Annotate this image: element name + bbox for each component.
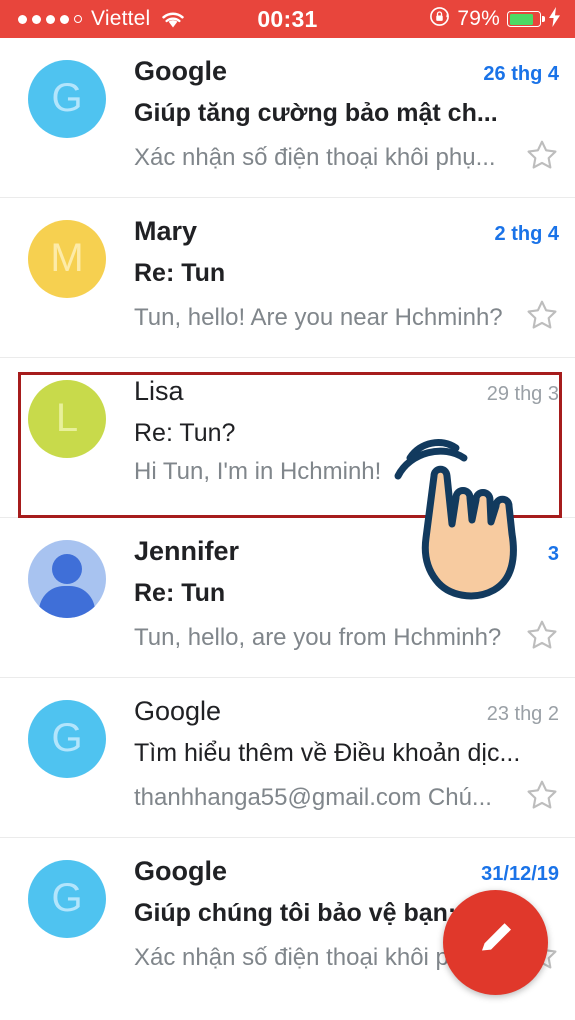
pencil-icon	[472, 916, 520, 969]
email-date: 2 thg 4	[494, 223, 559, 245]
email-sender: Lisa	[134, 376, 184, 406]
email-list[interactable]: G Google 26 thg 4 Giúp tăng cường bảo mật c…	[0, 38, 575, 1020]
email-snippet: Tun, hello! Are you near Hchminh?	[134, 303, 503, 331]
email-subject: Re: Tun?	[134, 419, 236, 447]
email-sender: Google	[134, 856, 227, 886]
email-snippet: Tun, hello, are you from Hchminh?	[134, 623, 502, 651]
star-icon[interactable]	[525, 298, 559, 337]
email-sender: Jennifer	[134, 536, 240, 566]
email-date: 31/12/19	[481, 863, 559, 885]
avatar[interactable]: G	[28, 60, 106, 138]
clock-label: 00:31	[257, 6, 318, 32]
email-header-line: Google 26 thg 4	[134, 56, 575, 87]
avatar[interactable]	[28, 540, 106, 618]
email-snippet: Xác nhận số điện thoại khôi phụ...	[134, 143, 496, 171]
avatar-letter: M	[50, 236, 84, 280]
star-icon[interactable]	[525, 618, 559, 657]
email-date: 23 thg 2	[486, 703, 559, 725]
battery-icon	[507, 11, 545, 27]
email-header-line: Lisa 29 thg 3	[134, 376, 575, 407]
email-snippet-line: Tun, hello, are you from Hchminh?	[134, 618, 575, 657]
email-snippet-line: thanhhanga55@gmail.com Chú...	[134, 778, 575, 817]
email-header-line: Google 23 thg 2	[134, 696, 575, 727]
email-list-item[interactable]: Jennifer 3 Re: Tun Tun, hello, are you from…	[0, 518, 575, 678]
email-snippet: Xác nhận số điện thoại khôi phụ...	[134, 943, 496, 971]
email-header-line: Google 31/12/19	[134, 856, 575, 887]
email-content: Mary 2 thg 4 Re: Tun Tun, hello! Are you ne…	[106, 198, 575, 357]
email-sender: Google	[134, 56, 227, 86]
email-snippet: thanhhanga55@gmail.com Chú...	[134, 783, 492, 811]
email-content: Jennifer 3 Re: Tun Tun, hello, are you from…	[106, 518, 575, 677]
email-header-line: Mary 2 thg 4	[134, 216, 575, 247]
email-snippet: Hi Tun, I'm in Hchminh!	[134, 458, 382, 485]
email-sender: Mary	[134, 216, 198, 246]
avatar[interactable]: G	[28, 860, 106, 938]
avatar-letter: G	[51, 876, 83, 920]
email-snippet-line: Hi Tun, I'm in Hchminh!	[134, 458, 575, 486]
status-bar: Viettel 00:31 79%	[0, 0, 575, 38]
avatar[interactable]: G	[28, 700, 106, 778]
email-snippet-line: Tun, hello! Are you near Hchminh?	[134, 298, 575, 337]
email-sender: Google	[134, 696, 222, 726]
email-list-item[interactable]: M Mary 2 thg 4 Re: Tun Tun, hello! Are you n…	[0, 198, 575, 358]
avatar-letter: L	[55, 396, 79, 440]
email-date: 29 thg 3	[486, 383, 559, 405]
email-subject: Tìm hiểu thêm về Điều khoản dịc...	[134, 739, 521, 767]
star-icon[interactable]	[525, 778, 559, 817]
email-subject: Re: Tun	[134, 259, 226, 287]
avatar[interactable]: L	[28, 380, 106, 458]
email-list-item[interactable]: G Google 23 thg 2 Tìm hiểu thêm về Điều kho…	[0, 678, 575, 838]
email-content: Google 26 thg 4 Giúp tăng cường bảo mật ch…	[106, 38, 575, 197]
avatar-letter: G	[51, 716, 83, 760]
avatar[interactable]: M	[28, 220, 106, 298]
email-content: Google 23 thg 2 Tìm hiểu thêm về Điều khoả…	[106, 678, 575, 837]
email-header-line: Jennifer 3	[134, 536, 575, 567]
compose-fab-button[interactable]	[443, 890, 548, 995]
email-subject: Giúp tăng cường bảo mật ch...	[134, 99, 498, 127]
email-snippet-line: Xác nhận số điện thoại khôi phụ...	[134, 138, 575, 177]
email-subject: Re: Tun	[134, 579, 226, 607]
gmail-inbox-screen: Viettel 00:31 79% G Google 26 thg 4 Giúp…	[0, 0, 575, 1020]
avatar-silhouette-body	[39, 586, 95, 618]
email-date: 26 thg 4	[483, 63, 559, 85]
avatar-letter: G	[51, 76, 83, 120]
email-date: 3	[547, 543, 559, 565]
avatar-silhouette-head	[52, 554, 82, 584]
email-list-item[interactable]: G Google 26 thg 4 Giúp tăng cường bảo mật c…	[0, 38, 575, 198]
star-icon[interactable]	[525, 138, 559, 177]
email-list-item[interactable]: L Lisa 29 thg 3 Re: Tun? Hi Tun, I'm in Hchm…	[0, 358, 575, 518]
email-content: Lisa 29 thg 3 Re: Tun? Hi Tun, I'm in Hchmi…	[106, 358, 575, 517]
